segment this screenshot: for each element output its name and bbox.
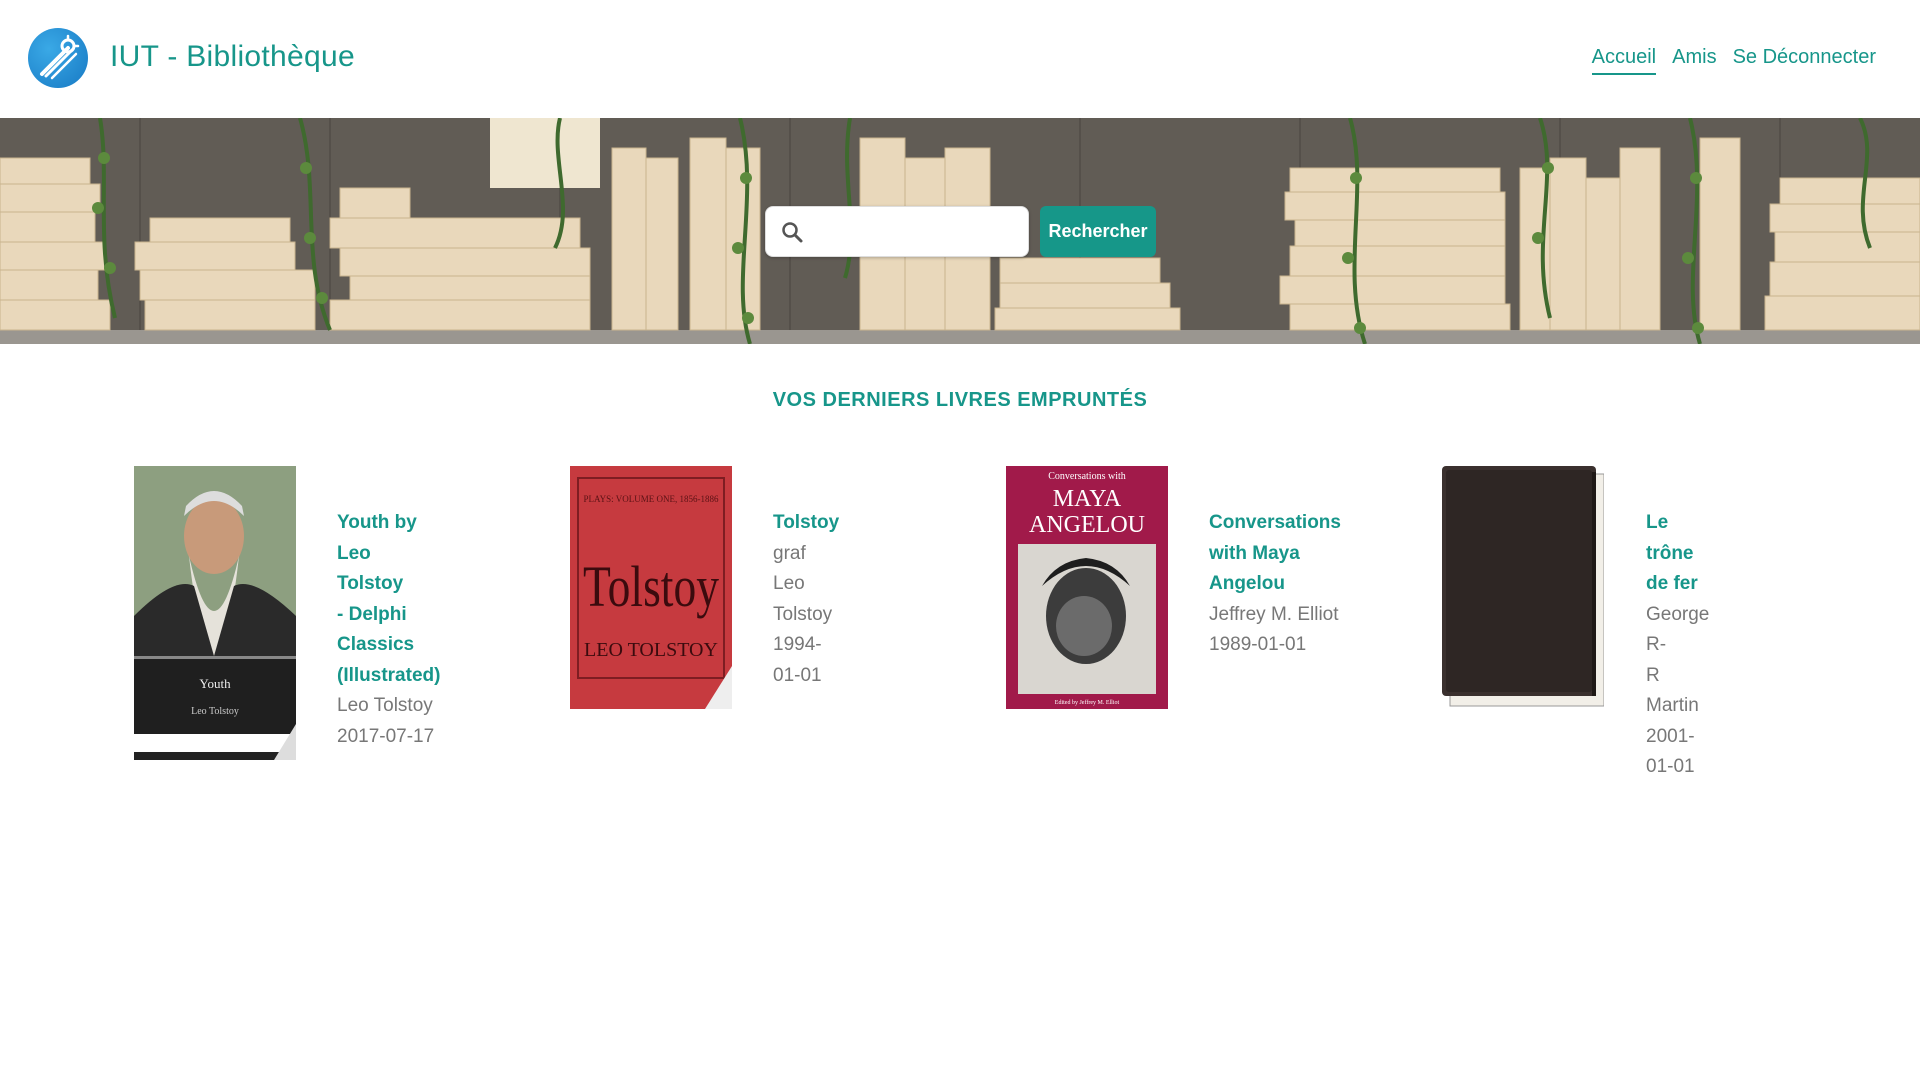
cover-text: MAYA <box>1053 486 1122 512</box>
book-author: Jeffrey M. Elliot <box>1209 603 1339 625</box>
recent-loans-heading: VOS DERNIERS LIVRES EMPRUNTÉS <box>772 389 1148 411</box>
cover-text: Conversations with <box>1048 471 1126 482</box>
search-field[interactable] <box>765 206 1029 257</box>
main-nav: Accueil Amis Se Déconnecter <box>1591 46 1876 75</box>
cover-text: Youth <box>199 676 231 691</box>
search-input[interactable] <box>814 215 1020 249</box>
book-info: Tolstoy graf Leo Tolstoy 1994-01-01 <box>773 508 839 691</box>
book-info: Le trône de fer George R- R Martin 2001-… <box>1646 508 1709 783</box>
book-author: George R- <box>1646 603 1710 656</box>
book-date: 2001-01-01 <box>1646 725 1695 778</box>
book-date: 1989-01-01 <box>1209 634 1307 655</box>
book-info: Conversations with Maya Angelou Jeffrey … <box>1209 508 1341 661</box>
book-title-line[interactable]: Le trône <box>1646 508 1709 569</box>
book-title-line[interactable]: Classics <box>337 630 440 661</box>
book-cover-image[interactable]: Youth Leo Tolstoy <box>134 466 296 760</box>
book-date: 2017-07-17 <box>337 725 435 747</box>
cover-text: ANGELOU <box>1029 512 1145 538</box>
book-title-line[interactable]: Leo Tolstoy <box>337 539 440 600</box>
cover-text: Tolstoy <box>583 554 719 619</box>
book-title-line[interactable]: Conversations <box>1209 508 1341 539</box>
cover-text: Leo Tolstoy <box>191 706 239 717</box>
book-author: Leo Tolstoy <box>337 695 433 716</box>
book-title-line[interactable]: (Illustrated) <box>337 661 440 692</box>
cover-text: Edited by Jeffrey M. Elliot <box>1055 699 1120 706</box>
cover-text: PLAYS: VOLUME ONE, 1856-1886 <box>583 494 719 504</box>
book-cover-image[interactable]: Conversations with MAYA ANGELOU Edited b… <box>1006 466 1168 709</box>
nav-link-amis[interactable]: Amis <box>1672 46 1716 75</box>
library-logo-icon[interactable] <box>28 28 88 88</box>
book-cover-image[interactable]: PLAYS: VOLUME ONE, 1856-1886 Tolstoy LEO… <box>570 466 732 709</box>
book-title-line[interactable]: de fer <box>1646 569 1709 600</box>
book-author: R Martin <box>1646 664 1699 717</box>
book-author: graf Leo <box>773 542 806 595</box>
nav-link-accueil[interactable]: Accueil <box>1591 46 1657 75</box>
book-title-line[interactable]: Tolstoy <box>773 508 839 539</box>
nav-link-logout[interactable]: Se Déconnecter <box>1733 46 1876 75</box>
book-date: 1994-01-01 <box>773 634 822 686</box>
cover-text: LEO TOLSTOY <box>584 639 718 661</box>
search-button[interactable]: Rechercher <box>1040 206 1156 257</box>
top-navbar: IUT - Bibliothèque Accueil Amis Se Décon… <box>0 0 1920 118</box>
book-author: Tolstoy <box>773 603 833 625</box>
site-title[interactable]: IUT - Bibliothèque <box>110 40 355 74</box>
book-title-line[interactable]: with Maya <box>1209 539 1341 570</box>
book-info: Youth by Leo Tolstoy - Delphi Classics (… <box>337 508 440 752</box>
book-title-line[interactable]: Angelou <box>1209 569 1341 600</box>
search-icon <box>782 222 803 243</box>
book-cover-image[interactable] <box>1442 466 1604 709</box>
book-title-line[interactable]: Youth by <box>337 508 440 539</box>
hero-banner: Rechercher <box>0 118 1920 344</box>
book-title-line[interactable]: - Delphi <box>337 600 440 631</box>
